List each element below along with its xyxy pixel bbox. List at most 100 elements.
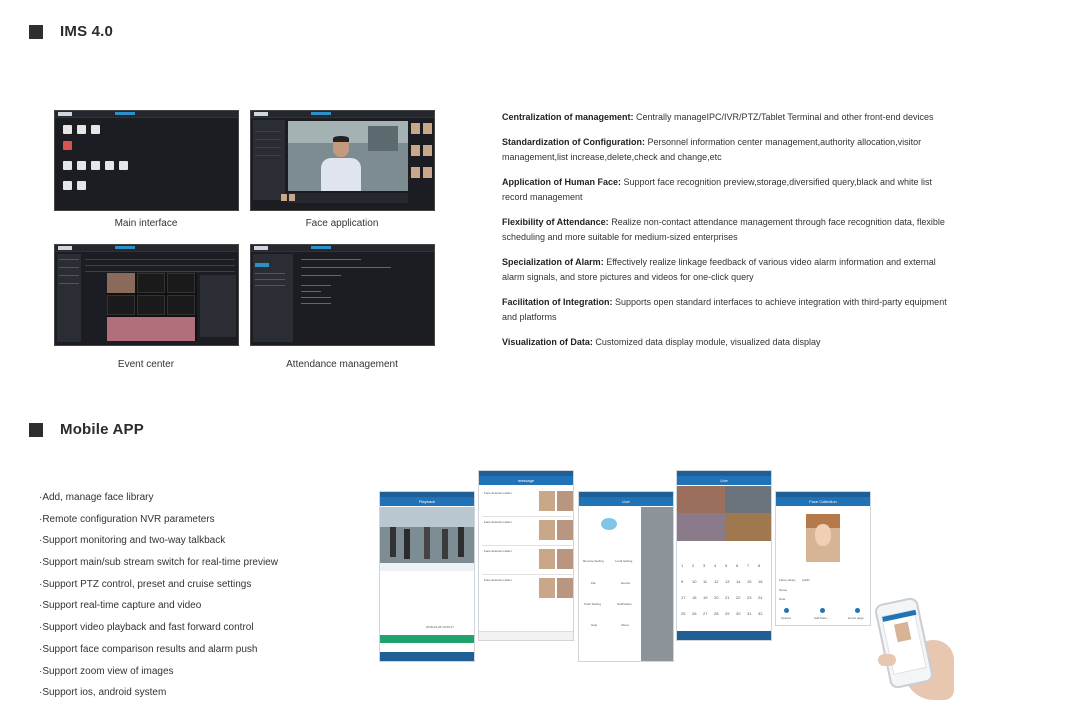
channel-number[interactable]: 21	[725, 595, 729, 600]
channel-number[interactable]: 22	[736, 595, 740, 600]
face-thumbnail	[539, 578, 555, 598]
channel-number[interactable]: 6	[736, 563, 738, 568]
channel-number[interactable]: 15	[747, 579, 751, 584]
channel-number[interactable]: 19	[703, 595, 707, 600]
menu-item[interactable]: Help	[591, 623, 597, 627]
channel-number[interactable]: 26	[692, 611, 696, 616]
add-face-icon[interactable]	[820, 608, 825, 613]
channel-number[interactable]: 2	[692, 563, 694, 568]
channel-number[interactable]: 7	[747, 563, 749, 568]
channel-number[interactable]: 11	[703, 579, 707, 584]
list-item: ·Support main/sub stream switch for real…	[39, 557, 278, 569]
channel-number[interactable]: 3	[703, 563, 705, 568]
channel-number[interactable]: 27	[703, 611, 707, 616]
channel-number[interactable]: 24	[758, 595, 762, 600]
side-video	[641, 507, 673, 661]
menu-item[interactable]: Notification	[617, 602, 632, 606]
app-tile-icon	[77, 125, 86, 134]
channel-number[interactable]: 1	[681, 563, 683, 568]
menu-item[interactable]: Local Setting	[615, 559, 632, 563]
feature-item: Centralization of management: Centrally …	[502, 112, 934, 122]
face-thumbnail	[557, 520, 573, 540]
channel-number[interactable]: 5	[725, 563, 727, 568]
home-page-button[interactable]: Home page	[848, 616, 864, 620]
channel-number[interactable]: 30	[736, 611, 740, 616]
face-thumbnail	[557, 578, 573, 598]
timeline-bar[interactable]	[380, 635, 474, 643]
channel-number[interactable]: 16	[758, 579, 762, 584]
channel-number[interactable]: 4	[714, 563, 716, 568]
field-label: Name	[779, 588, 788, 592]
list-item: ·Support face comparison results and ala…	[39, 643, 258, 655]
face-thumbnail	[557, 491, 573, 511]
channel-number[interactable]: 17	[681, 595, 685, 600]
channel-number[interactable]: 31	[747, 611, 751, 616]
phone-title: Playback	[380, 497, 474, 506]
channel-number[interactable]: 29	[725, 611, 729, 616]
channel-number[interactable]: 9	[681, 579, 683, 584]
channel-number[interactable]: 32	[758, 611, 762, 616]
channel-number[interactable]: 8	[758, 563, 760, 568]
menu-item[interactable]: Push Setting	[584, 602, 601, 606]
feature-item: Application of Human Face: Support face …	[502, 177, 933, 202]
list-item: ·Remote configuration NVR parameters	[39, 513, 215, 525]
list-item: ·Support monitoring and two-way talkback	[39, 535, 226, 547]
channel-number[interactable]: 28	[714, 611, 718, 616]
menu-item[interactable]: File	[591, 581, 596, 585]
attendance-management-screenshot	[250, 244, 435, 346]
upload-icon[interactable]	[784, 608, 789, 613]
channel-number[interactable]: 23	[747, 595, 751, 600]
app-tile-icon	[63, 161, 72, 170]
caption-face-application: Face application	[305, 218, 379, 229]
face-thumbnail	[411, 123, 420, 134]
field-value[interactable]: public	[802, 578, 810, 582]
face-thumbnail	[423, 145, 432, 156]
caption-attendance-management: Attendance management	[286, 359, 398, 370]
alert-label: Face detection alarm	[484, 520, 513, 524]
channel-number[interactable]: 25	[681, 611, 685, 616]
app-tile-icon	[63, 181, 72, 190]
channel-number[interactable]: 12	[714, 579, 718, 584]
phone-face-collection-screenshot: Face Collection Face Library public Name…	[775, 491, 871, 626]
main-interface-screenshot	[54, 110, 239, 211]
channel-number[interactable]: 10	[692, 579, 696, 584]
face-thumbnail	[411, 145, 420, 156]
feature-item: Standardization of Configuration: Person…	[502, 137, 922, 162]
home-icon[interactable]	[855, 608, 860, 613]
menu-item[interactable]: Device	[621, 581, 630, 585]
phone-title: Live	[677, 476, 771, 485]
section-bullet-square	[29, 24, 43, 39]
channel-number[interactable]: 14	[736, 579, 740, 584]
face-thumbnail	[539, 520, 555, 540]
app-tile-icon	[91, 125, 100, 134]
phone-message-screenshot: message Face detection alarm Face detect…	[478, 470, 574, 641]
channel-number[interactable]: 20	[714, 595, 718, 600]
feature-item: Visualization of Data: Customized data d…	[502, 337, 821, 347]
app-tile-icon	[91, 161, 100, 170]
field-label: Note	[779, 597, 786, 601]
face-thumbnail	[411, 167, 420, 178]
bottom-toolbar	[380, 652, 474, 661]
playback-video	[380, 507, 474, 563]
cloud-icon	[601, 518, 617, 530]
event-center-screenshot	[54, 244, 239, 346]
playback-timestamp: 2018-04-25 10:00:47	[426, 625, 454, 629]
app-tile-icon	[63, 125, 72, 134]
app-tile-icon	[63, 141, 72, 150]
phone-title: Live	[579, 497, 673, 506]
add-face-button[interactable]: Add Face...	[814, 616, 829, 620]
alert-label: Face detection alarm	[484, 491, 513, 495]
mobile-section-header: Mobile APP	[29, 421, 144, 438]
upload-button[interactable]: Upload	[781, 616, 791, 620]
section-bullet-square	[29, 422, 43, 437]
channel-number[interactable]: 13	[725, 579, 729, 584]
menu-item[interactable]: Remote Setting	[583, 559, 604, 563]
face-thumbnail	[539, 491, 555, 511]
app-tile-icon	[77, 181, 86, 190]
channel-number[interactable]: 18	[692, 595, 696, 600]
menu-item[interactable]: About	[621, 623, 629, 627]
mobile-feature-list: ·Add, manage face library ·Remote config…	[39, 490, 278, 707]
mobile-title: Mobile APP	[60, 421, 144, 438]
feature-item: Flexibility of Attendance: Realize non-c…	[502, 217, 945, 242]
face-thumbnail	[423, 123, 432, 134]
